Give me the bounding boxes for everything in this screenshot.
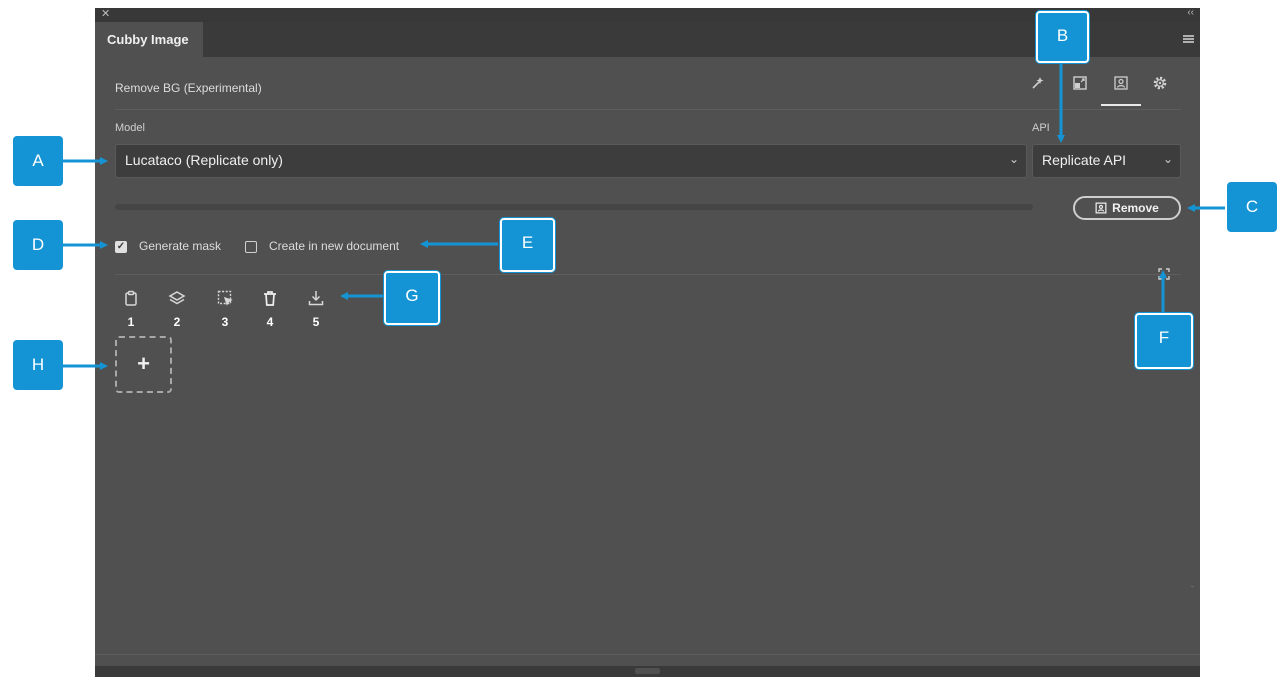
action-number-5: 5 [312,315,320,329]
add-image-button[interactable]: + [115,336,172,393]
action-number-3: 3 [221,315,229,329]
clipboard-icon[interactable] [122,289,140,307]
resize-grip[interactable] [635,668,660,674]
gear-icon[interactable] [1149,75,1171,94]
options-divider [115,274,1181,275]
callout-e: E [500,218,555,272]
close-panel-button[interactable]: ✕ [101,7,110,20]
panel-bottom-bar [95,666,1200,677]
person-frame-icon[interactable] [1110,75,1132,94]
callout-c: C [1227,182,1277,232]
action-number-1: 1 [127,315,135,329]
collapse-panel-button[interactable]: ‹‹ [1187,7,1194,18]
panel-title: Remove BG (Experimental) [115,81,262,95]
download-icon[interactable] [307,289,325,307]
callout-h: H [13,340,63,390]
select-region-icon[interactable] [216,289,234,307]
tab-row: Cubby Image [95,22,1200,57]
person-frame-icon [1095,200,1107,220]
resize-icon[interactable] [1069,75,1091,94]
api-label: API [1032,122,1050,134]
create-new-document-label: Create in new document [269,239,400,253]
create-new-document-checkbox[interactable] [245,241,257,253]
chevron-down-icon: ⌄ [1008,152,1019,166]
progress-bar [115,204,1033,210]
expand-icon[interactable] [1158,267,1170,280]
api-select[interactable]: Replicate API ⌄ [1032,144,1181,178]
cubby-image-panel: ✕ ‹‹ Cubby Image Remove BG (Experimental… [95,7,1200,677]
tab-cubby-image[interactable]: Cubby Image [95,22,203,57]
api-select-value: Replicate API [1042,152,1127,168]
callout-d: D [13,220,63,270]
action-number-2: 2 [173,315,181,329]
bottom-divider [95,654,1200,655]
scrollbar-marker [1191,586,1194,587]
callout-g: G [384,271,440,325]
remove-button-label: Remove [1112,201,1159,215]
model-select-value: Lucataco (Replicate only) [125,152,283,168]
callout-f: F [1135,313,1193,369]
chevron-down-icon: ⌄ [1162,152,1173,166]
header-divider [115,109,1181,110]
callout-a: A [13,136,63,186]
generate-mask-label: Generate mask [139,239,222,253]
generate-mask-checkbox[interactable]: ✓ [115,241,127,253]
model-label: Model [115,122,145,134]
panel-menu-icon[interactable] [1183,35,1194,43]
active-tool-indicator [1101,104,1141,106]
remove-button[interactable]: Remove [1073,196,1181,220]
layers-icon[interactable] [168,289,186,307]
model-select[interactable]: Lucataco (Replicate only) ⌄ [115,144,1027,178]
action-number-4: 4 [266,315,274,329]
panel-topbar: ✕ ‹‹ [95,7,1200,22]
callout-b: B [1036,11,1089,63]
trash-icon[interactable] [261,289,279,307]
sparkle-wand-icon[interactable] [1027,75,1049,94]
